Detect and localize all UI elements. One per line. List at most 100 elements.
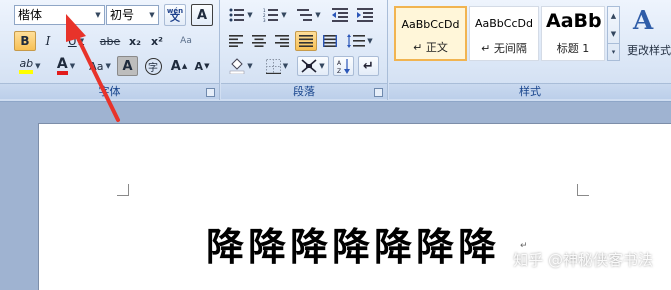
shrink-font-button[interactable]: A ▼ [192, 56, 212, 76]
character-shading-button[interactable]: A [117, 56, 138, 76]
style-sample: AaBb [546, 10, 602, 32]
underline-button[interactable]: U ▼ [60, 31, 92, 51]
superscript-button[interactable]: x² [147, 31, 167, 51]
gallery-down-icon[interactable]: ▼ [608, 25, 619, 43]
style-tile-no-spacing[interactable]: AaBbCcDd ↵ 无间隔 [469, 6, 539, 61]
align-center-button[interactable] [248, 31, 270, 51]
watermark: 知乎 @神秘侠客书法 [513, 251, 653, 269]
decrease-indent-icon [332, 8, 348, 22]
chevron-down-icon[interactable]: ▼ [35, 62, 40, 70]
italic-icon: I [45, 34, 51, 48]
line-spacing-button[interactable]: ▼ [343, 31, 377, 51]
paragraph-group-label: 段落 [221, 83, 387, 99]
gallery-more-icon[interactable]: ▾ [608, 43, 619, 60]
character-shading-icon: A [122, 58, 133, 74]
chevron-down-icon[interactable]: ▼ [319, 62, 324, 70]
highlight-button[interactable]: ab ▼ [14, 56, 46, 76]
chevron-down-icon[interactable]: ▼ [247, 62, 252, 70]
document-area: 降降降降降降降 ↵ 知乎 @神秘侠客书法 [0, 102, 671, 290]
style-name: ↵ 正文 [413, 41, 448, 54]
chevron-down-icon[interactable]: ▼ [79, 37, 84, 45]
paragraph-group: ▼ 1 2 3 ▼ ▼ ▼ ▼ ▼ ▼ A Z ↵ 段落 [221, 0, 388, 100]
align-center-icon [252, 35, 266, 47]
font-group: 楷体 ▼ 初号 ▼ wén 文 A B I U ▼ abe x₂ x² Aa a… [0, 0, 220, 100]
chevron-down-icon[interactable]: ▼ [146, 6, 158, 24]
subscript-button[interactable]: x₂ [125, 31, 145, 51]
strikethrough-icon: abe [99, 34, 121, 48]
borders-button[interactable]: ▼ [261, 56, 293, 76]
arrow-down-icon: ▼ [204, 62, 210, 70]
underline-icon: U [67, 34, 77, 48]
sort-icon: AZ [337, 59, 350, 74]
paragraph-mark-icon: ↵ [363, 58, 374, 74]
gallery-scroll: ▲ ▼ ▾ [607, 6, 620, 61]
sort-button[interactable]: AZ [333, 56, 354, 76]
multilevel-list-button[interactable]: ▼ [293, 5, 325, 25]
font-dialog-launcher[interactable] [206, 88, 215, 97]
bold-button[interactable]: B [14, 31, 36, 51]
style-name: 标题 1 [556, 42, 590, 55]
phonetic-bottom: 文 [170, 13, 180, 24]
chevron-down-icon[interactable]: ▼ [281, 11, 286, 19]
style-tile-normal[interactable]: AaBbCcDd ↵ 正文 [394, 6, 467, 61]
justify-button[interactable] [295, 31, 317, 51]
chevron-down-icon[interactable]: ▼ [315, 11, 320, 19]
grow-font-button[interactable]: A ▲ [169, 56, 189, 76]
line-spacing-icon [347, 34, 366, 48]
font-size-value: 初号 [110, 8, 135, 22]
increase-indent-button[interactable] [354, 5, 376, 25]
character-border-button[interactable]: A [191, 4, 213, 26]
svg-text:Z: Z [337, 68, 341, 74]
clear-formatting-button[interactable]: Aa [175, 31, 197, 51]
align-left-icon [229, 35, 243, 47]
chevron-down-icon[interactable]: ▼ [367, 37, 372, 45]
align-right-button[interactable] [271, 31, 293, 51]
styles-group: AaBbCcDd ↵ 正文 AaBbCcDd ↵ 无间隔 AaBb 标题 1 ▲… [389, 0, 671, 100]
show-hide-marks-button[interactable]: ↵ [358, 56, 379, 76]
chevron-down-icon[interactable]: ▼ [283, 62, 288, 70]
change-case-icon: Aa [89, 59, 104, 73]
style-tile-heading-1[interactable]: AaBb 标题 1 [541, 6, 605, 61]
strikethrough-button[interactable]: abe [97, 31, 123, 51]
font-name-value: 楷体 [18, 8, 43, 22]
numbering-button[interactable]: 1 2 3 ▼ [259, 5, 291, 25]
align-left-button[interactable] [225, 31, 247, 51]
font-name-combo[interactable]: 楷体 ▼ [14, 5, 105, 25]
decrease-indent-button[interactable] [329, 5, 351, 25]
font-size-combo[interactable]: 初号 ▼ [106, 5, 159, 25]
chinese-layout-icon [301, 59, 317, 73]
chinese-layout-button[interactable]: ▼ [297, 56, 329, 76]
paint-bucket-icon [230, 58, 245, 74]
ribbon: 楷体 ▼ 初号 ▼ wén 文 A B I U ▼ abe x₂ x² Aa a… [0, 0, 671, 102]
svg-text:3: 3 [263, 18, 266, 22]
justify-icon [299, 35, 313, 47]
chevron-down-icon[interactable]: ▼ [105, 62, 110, 70]
distributed-icon [323, 35, 337, 47]
italic-button[interactable]: I [38, 31, 58, 51]
chevron-down-icon[interactable]: ▼ [92, 6, 104, 24]
highlight-icon: ab [19, 58, 34, 74]
change-case-button[interactable]: Aa ▼ [86, 56, 114, 76]
gallery-up-icon[interactable]: ▲ [608, 7, 619, 25]
margin-corner-top-left [117, 184, 129, 196]
numbering-icon: 123 [263, 8, 279, 22]
chevron-down-icon[interactable]: ▼ [247, 11, 252, 19]
change-styles-button[interactable]: A 更改样式 [623, 4, 671, 74]
font-color-icon: A [56, 57, 68, 75]
superscript-icon: x² [151, 34, 163, 48]
font-color-button[interactable]: A ▼ [50, 56, 82, 76]
enclose-characters-button[interactable]: 字 [142, 56, 164, 76]
phonetic-guide-button[interactable]: wén 文 [164, 4, 186, 26]
distributed-button[interactable] [319, 31, 341, 51]
enclose-characters-icon: 字 [144, 57, 162, 75]
clear-formatting-icon: Aa [180, 36, 192, 46]
bullets-button[interactable]: ▼ [225, 5, 257, 25]
chevron-down-icon[interactable]: ▼ [70, 62, 75, 70]
document-text[interactable]: 降降降降降降降 [206, 216, 500, 271]
change-styles-icon: A [633, 6, 654, 36]
margin-corner-top-right [577, 184, 589, 196]
font-group-label: 字体 [0, 83, 219, 99]
shading-button[interactable]: ▼ [225, 56, 257, 76]
paragraph-dialog-launcher[interactable] [374, 88, 383, 97]
align-right-icon [275, 35, 289, 47]
